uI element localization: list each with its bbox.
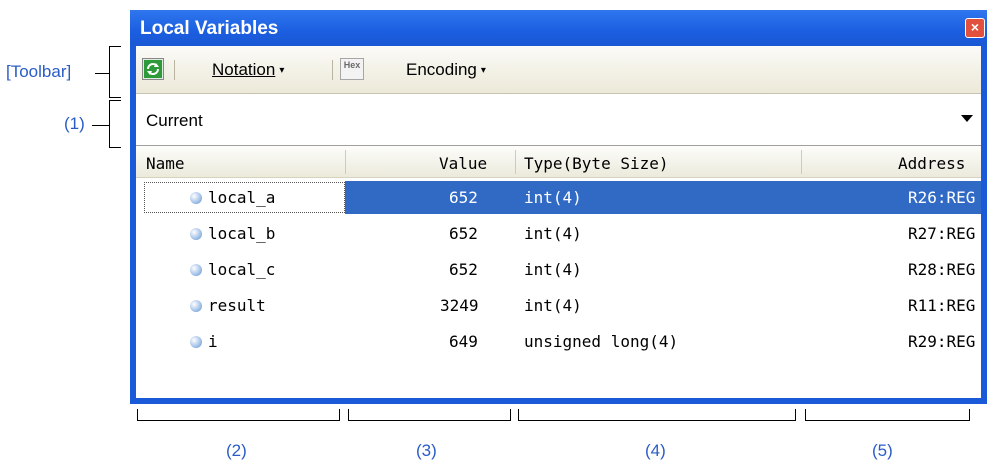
scope-bracket-top <box>109 100 121 101</box>
toolbar-separator <box>174 60 175 80</box>
cell-type[interactable]: int(4) <box>524 260 582 279</box>
toolbar-annotation-leader <box>95 73 109 74</box>
column-header-address[interactable]: Address <box>898 154 965 173</box>
column-header-type[interactable]: Type(Byte Size) <box>524 154 669 173</box>
cell-value[interactable]: 649 <box>449 332 478 351</box>
scope-bracket <box>109 100 110 148</box>
cell-name[interactable]: local_a <box>208 188 275 207</box>
window-client: Notation ▾ Hex Encoding ▾ Current Name Val… <box>136 46 981 398</box>
toolbar-annotation: [Toolbar] <box>6 62 72 81</box>
selection-highlight <box>345 181 981 214</box>
cell-value[interactable]: 652 <box>449 260 478 279</box>
scope-annotation: (1) <box>64 114 85 133</box>
scope-dropdown-arrow-icon[interactable] <box>961 115 973 122</box>
scope-dropdown[interactable]: Current <box>136 94 981 146</box>
toolbar-bracket <box>109 46 110 98</box>
cell-name[interactable]: local_b <box>208 224 275 243</box>
refresh-icon <box>144 60 162 78</box>
cell-address[interactable]: R26:REG <box>908 188 975 207</box>
cell-name[interactable]: result <box>208 296 266 315</box>
variables-table: Name Value Type(Byte Size) Address local… <box>136 146 981 398</box>
cell-type[interactable]: int(4) <box>524 296 582 315</box>
variable-icon <box>190 300 202 312</box>
table-header: Name Value Type(Byte Size) Address <box>136 146 981 178</box>
cell-address[interactable]: R11:REG <box>908 296 975 315</box>
column-divider[interactable] <box>515 150 516 174</box>
column-header-name[interactable]: Name <box>146 154 185 173</box>
cell-address[interactable]: R27:REG <box>908 224 975 243</box>
scope-selected-value: Current <box>146 111 203 130</box>
cell-address[interactable]: R28:REG <box>908 260 975 279</box>
cell-name[interactable]: i <box>208 332 218 351</box>
local-variables-window: Local Variables × Notation ▾ Hex Encodin… <box>130 10 987 404</box>
hex-icon: Hex <box>343 60 361 70</box>
encoding-label: Encoding <box>406 60 477 79</box>
variable-icon <box>190 192 202 204</box>
column-value-annotation: (3) <box>416 441 437 460</box>
column-name-annotation: (2) <box>226 441 247 460</box>
refresh-button[interactable] <box>142 58 164 80</box>
notation-menu[interactable]: Notation ▾ <box>212 60 284 80</box>
table-row[interactable]: local_c 652 int(4) R28:REG <box>136 252 981 288</box>
cell-name[interactable]: local_c <box>208 260 275 279</box>
table-row[interactable]: result 3249 int(4) R11:REG <box>136 288 981 324</box>
column-divider[interactable] <box>801 150 802 174</box>
column-address-annotation: (5) <box>872 441 893 460</box>
cell-value[interactable]: 652 <box>449 224 478 243</box>
table-row[interactable]: i 649 unsigned long(4) R29:REG <box>136 324 981 360</box>
close-icon: × <box>970 19 980 35</box>
cell-value[interactable]: 3249 <box>440 296 479 315</box>
scope-annotation-leader <box>92 125 109 126</box>
toolbar: Notation ▾ Hex Encoding ▾ <box>136 46 981 94</box>
notation-label: Notation <box>212 60 276 79</box>
variable-icon <box>190 228 202 240</box>
cell-value[interactable]: 652 <box>449 188 478 207</box>
cell-type[interactable]: int(4) <box>524 188 582 207</box>
variable-icon <box>190 264 202 276</box>
title-bar[interactable]: Local Variables × <box>130 10 987 46</box>
scope-bracket-bottom <box>109 147 121 148</box>
toolbar-bracket-bottom <box>109 97 121 98</box>
encoding-dropdown-icon: ▾ <box>480 65 486 76</box>
toolbar-bracket-top <box>109 46 121 47</box>
cell-type[interactable]: unsigned long(4) <box>524 332 678 351</box>
toolbar-separator <box>332 60 333 80</box>
window-title: Local Variables <box>140 18 279 39</box>
column-divider[interactable] <box>345 150 346 174</box>
table-row[interactable]: local_a 652 int(4) R26:REG <box>136 180 981 216</box>
table-row[interactable]: local_b 652 int(4) R27:REG <box>136 216 981 252</box>
column-type-annotation: (4) <box>645 441 666 460</box>
cell-type[interactable]: int(4) <box>524 224 582 243</box>
variable-icon <box>190 336 202 348</box>
close-button[interactable]: × <box>965 18 985 38</box>
notation-dropdown-icon: ▾ <box>279 65 285 76</box>
encoding-menu[interactable]: Encoding ▾ <box>406 60 486 80</box>
cell-address[interactable]: R29:REG <box>908 332 975 351</box>
hex-display-button[interactable]: Hex <box>340 58 364 80</box>
column-header-value[interactable]: Value <box>439 154 487 173</box>
